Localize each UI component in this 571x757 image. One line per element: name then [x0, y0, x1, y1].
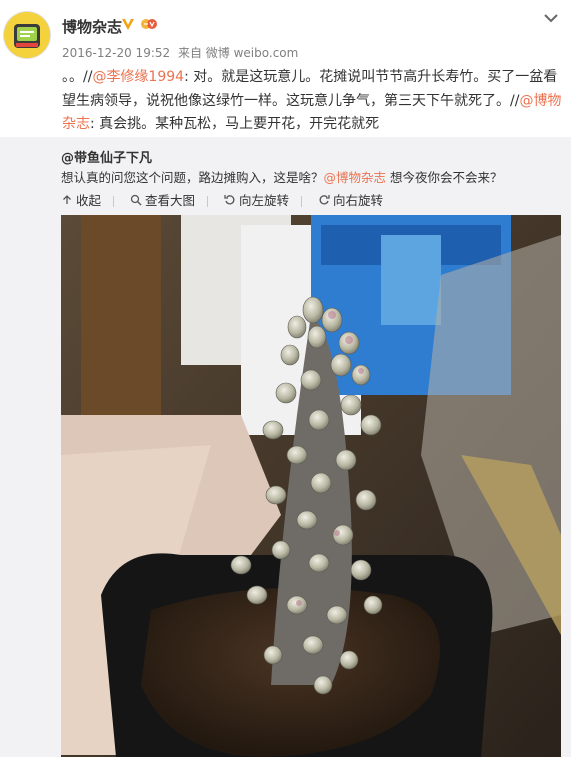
quoted-text: 想认真的问您这个问题，路边摊购入，这是啥？@博物杂志 想今夜你会不会来？: [61, 167, 503, 186]
content-prefix: 。。//: [62, 69, 93, 85]
post-content: 。。//@李修缘1994: 对。就是这玩意儿。花摊说叫节节高升长寿竹。买了一盆看…: [62, 66, 562, 137]
verified-v-icon: [122, 19, 134, 30]
post-timestamp[interactable]: 2016-12-20 19:52: [62, 46, 170, 60]
view-large-label: 查看大图: [145, 193, 196, 208]
author-name[interactable]: 博物杂志: [62, 16, 122, 37]
rotate-right-label: 向右旋转: [333, 193, 384, 208]
rotate-right-button[interactable]: 向右旋转: [318, 190, 383, 209]
quoted-text-after: 想今夜你会不会来？: [386, 170, 503, 185]
mention-li-xiuyuan[interactable]: @李修缘1994: [92, 69, 184, 85]
rotate-right-icon: [319, 194, 330, 204]
toolbar-divider: [113, 195, 115, 207]
post-meta: 2016-12-20 19:52 来自 微博 weibo.com: [62, 44, 298, 61]
rotate-left-button[interactable]: 向左旋转: [224, 190, 289, 209]
author-avatar[interactable]: [4, 12, 50, 58]
member-badge-icon[interactable]: [140, 16, 158, 32]
quoted-mention[interactable]: @博物杂志: [324, 170, 387, 185]
rotate-left-icon: [224, 194, 235, 204]
rotate-left-label: 向左旋转: [239, 193, 290, 208]
weibo-post: 博物杂志 2016-12-20 19:52 来自 微博 weibo.com 。。…: [0, 0, 571, 757]
post-photo[interactable]: [61, 215, 561, 757]
collapse-label: 收起: [76, 193, 102, 208]
chevron-down-icon[interactable]: [543, 12, 559, 24]
quoted-text-before: 想认真的问您这个问题，路边摊购入，这是啥？: [61, 170, 324, 185]
collapse-button[interactable]: 收起: [61, 190, 101, 209]
magazine-logo-avatar-icon: [4, 12, 50, 58]
post-source: 来自 微博 weibo.com: [177, 46, 299, 60]
succulent-plant-photo: [61, 215, 561, 757]
content-text-2: : 真会挑。某种瓦松，马上要开花，开完花就死: [90, 116, 380, 132]
magnifier-icon: [130, 194, 142, 205]
toolbar-divider: [207, 195, 209, 207]
collapse-arrow-icon: [63, 194, 71, 204]
quoted-author[interactable]: @带鱼仙子下凡: [61, 147, 152, 166]
view-large-button[interactable]: 查看大图: [130, 190, 195, 209]
image-toolbar: 收起 查看大图 向左旋转 向右旋转: [61, 190, 395, 209]
toolbar-divider: [301, 195, 303, 207]
